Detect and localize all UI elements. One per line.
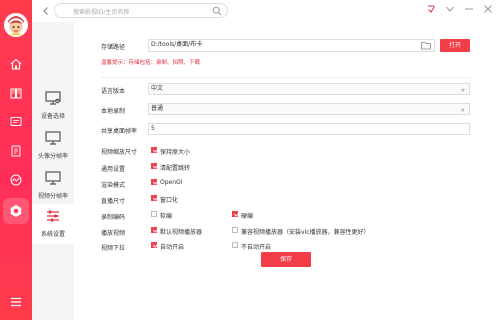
hard-encode-label: 硬编 bbox=[241, 213, 254, 220]
skin-icon[interactable] bbox=[426, 4, 436, 14]
tab-label: 视频分帧率 bbox=[37, 193, 68, 200]
close-icon[interactable] bbox=[483, 4, 493, 14]
share-framerate-label: 共享桌面帧率 bbox=[101, 128, 138, 135]
compat-player-label: 兼容视频播放器（安装vlc播放器，兼容性更好） bbox=[241, 229, 370, 236]
monitor-icon bbox=[45, 131, 61, 145]
render-mode-label: 渲染模式 bbox=[101, 182, 126, 189]
storage-path-label: 存储路径 bbox=[101, 44, 126, 51]
soft-encode-checkbox[interactable] bbox=[151, 211, 157, 217]
language-select[interactable]: 中文 ▼ bbox=[148, 83, 470, 95]
dropdown-arrow-icon: ▼ bbox=[461, 108, 465, 114]
hard-encode-checkbox[interactable] bbox=[232, 211, 238, 217]
windowed-checkbox[interactable] bbox=[151, 195, 157, 201]
monitor-check-icon bbox=[45, 91, 61, 105]
save-button[interactable]: 保存 bbox=[261, 252, 311, 267]
storage-path-field[interactable]: D:/tools/桌面/布卡 bbox=[148, 39, 435, 52]
settings-tabs: 设备选择 头像分帧率 视频分帧率 系统设置 bbox=[32, 22, 74, 320]
default-player-checkbox[interactable] bbox=[151, 227, 157, 233]
dropdown-arrow-icon: ▼ bbox=[461, 88, 465, 94]
search-placeholder: 搜索影视ID/主页名称 bbox=[73, 9, 130, 16]
config-jump-checkbox[interactable] bbox=[151, 163, 157, 169]
monitor-icon bbox=[45, 171, 61, 185]
chart-icon[interactable] bbox=[8, 172, 24, 188]
settings-icon[interactable] bbox=[3, 198, 29, 224]
avatar[interactable] bbox=[4, 13, 28, 37]
sliders-icon bbox=[47, 210, 59, 222]
tab-video-framerate[interactable]: 视频分帧率 bbox=[32, 166, 74, 206]
language-value: 中文 bbox=[151, 85, 164, 92]
top-bar: 搜索影视ID/主页名称 bbox=[32, 0, 500, 22]
tab-avatar-framerate[interactable]: 头像分帧率 bbox=[32, 126, 74, 166]
auto-open-checkbox[interactable] bbox=[151, 242, 157, 248]
live-size-label: 直播尺寸 bbox=[101, 198, 126, 205]
common-settings-label: 通用设置 bbox=[101, 166, 126, 173]
storage-hint: 温馨提示：存储包括：录制、拍照、下载 bbox=[101, 60, 201, 66]
menu-icon[interactable] bbox=[8, 294, 24, 310]
keep-size-checkbox[interactable] bbox=[151, 147, 157, 153]
document-icon[interactable] bbox=[8, 143, 24, 159]
video-download-label: 视频下拉 bbox=[101, 245, 126, 252]
search-icon[interactable] bbox=[212, 6, 222, 16]
minimize-icon[interactable] bbox=[464, 4, 474, 14]
keep-size-label: 保持原大小 bbox=[160, 149, 191, 156]
opengl-checkbox[interactable] bbox=[151, 179, 157, 185]
tab-system-settings[interactable]: 系统设置 bbox=[32, 204, 74, 244]
no-auto-open-label: 不自动开启 bbox=[241, 244, 272, 251]
local-record-label: 本地录制 bbox=[101, 108, 126, 115]
config-jump-label: 清配置跳转 bbox=[160, 165, 191, 172]
search-input[interactable]: 搜索影视ID/主页名称 bbox=[54, 3, 228, 18]
no-auto-open-checkbox[interactable] bbox=[232, 242, 238, 248]
tab-label: 设备选择 bbox=[40, 113, 65, 120]
tab-device-select[interactable]: 设备选择 bbox=[32, 86, 74, 126]
local-record-value: 普通 bbox=[151, 105, 164, 112]
windowed-label: 窗口化 bbox=[160, 197, 179, 204]
menu-dropdown-icon[interactable] bbox=[445, 4, 455, 14]
default-player-label: 默认视频播放器 bbox=[160, 229, 203, 236]
share-framerate-input[interactable]: 5 bbox=[148, 123, 470, 135]
tab-label: 头像分帧率 bbox=[37, 153, 68, 160]
play-video-label: 播放视频 bbox=[101, 230, 126, 237]
video-size-label: 视频缩放尺寸 bbox=[101, 149, 138, 156]
back-icon[interactable] bbox=[40, 5, 52, 17]
tab-label: 系统设置 bbox=[40, 231, 65, 238]
soft-encode-label: 软编 bbox=[160, 213, 173, 220]
divider bbox=[101, 77, 470, 78]
storage-path-value: D:/tools/桌面/布卡 bbox=[151, 41, 203, 48]
share-framerate-value: 5 bbox=[151, 125, 155, 132]
open-button[interactable]: 打开 bbox=[440, 39, 470, 52]
book-icon[interactable] bbox=[8, 85, 24, 101]
local-record-select[interactable]: 普通 ▼ bbox=[148, 103, 470, 115]
app-rail bbox=[0, 0, 32, 320]
folder-icon[interactable] bbox=[421, 41, 431, 54]
message-icon[interactable] bbox=[8, 114, 24, 130]
opengl-label: OpenGl bbox=[160, 179, 183, 186]
language-label: 语言版本 bbox=[101, 88, 126, 95]
compat-player-checkbox[interactable] bbox=[232, 227, 238, 233]
home-icon[interactable] bbox=[8, 56, 24, 72]
record-encode-label: 录制编码 bbox=[101, 214, 126, 221]
auto-open-label: 自动开启 bbox=[160, 244, 185, 251]
